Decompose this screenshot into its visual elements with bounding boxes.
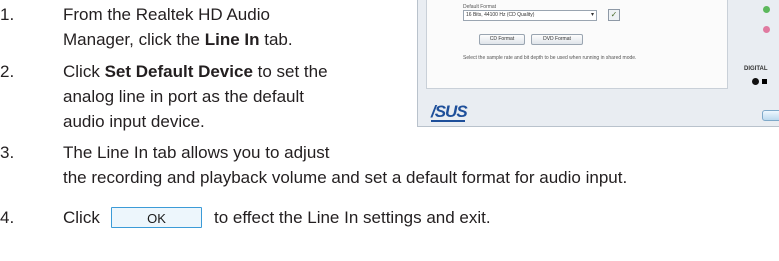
step-number: 3. [0, 143, 15, 162]
logo-underline [431, 120, 465, 122]
set-default-device-label: Set Default Device [104, 62, 253, 81]
step-4: 4. Click OK to effect the Line In settin… [0, 205, 779, 230]
step-text-line: audio input device. [63, 112, 205, 131]
digital-label: DIGITAL [744, 66, 768, 72]
step-text-line: The Line In tab allows you to adjust [63, 143, 330, 162]
green-jack-icon [763, 6, 770, 13]
cd-format-button[interactable]: CD Format [479, 34, 525, 45]
step-3: 3. The Line In tab allows you to adjust … [0, 140, 779, 190]
step-2: 2. Click Set Default Device to set the a… [0, 59, 410, 134]
line-in-tab-label: Line In [204, 30, 260, 49]
ok-button[interactable]: OK [111, 207, 202, 228]
step-text-line: analog line in port as the default [63, 87, 305, 106]
step-text-line: to effect the Line In settings and exit. [214, 208, 491, 227]
step-text-line: Manager, click the Line In tab. [63, 30, 293, 49]
step-number: 4. [0, 208, 15, 227]
step-text-line: the recording and playback volume and se… [63, 168, 628, 187]
format-select[interactable]: 16 Bits, 44100 Hz (CD Quality) ▾ [463, 10, 597, 21]
checkmark-icon[interactable]: ✓ [608, 9, 620, 21]
asus-logo: /SUS [431, 102, 468, 121]
pink-jack-icon [763, 26, 770, 33]
line-in-panel: Default Format 16 Bits, 44100 Hz (CD Qua… [426, 0, 728, 89]
format-select-value: 16 Bits, 44100 Hz (CD Quality) [466, 12, 535, 18]
step-number: 2. [0, 62, 15, 81]
step-text-click: Click [63, 208, 100, 227]
digital-square-icon [762, 79, 767, 84]
step-number: 1. [0, 5, 15, 24]
digital-jack-icon [752, 78, 759, 85]
format-hint-text: Select the sample rate and bit depth to … [463, 55, 637, 61]
step-text-line: Click Set Default Device to set the [63, 62, 328, 81]
realtek-manager-screenshot: Default Format 16 Bits, 44100 Hz (CD Qua… [417, 0, 779, 127]
chevron-down-icon: ▾ [590, 12, 594, 18]
step-text-line: From the Realtek HD Audio [63, 5, 270, 24]
dvd-format-button[interactable]: DVD Format [531, 34, 583, 45]
step-1: 1. From the Realtek HD Audio Manager, cl… [0, 2, 410, 52]
mini-ok-button[interactable] [762, 110, 779, 121]
